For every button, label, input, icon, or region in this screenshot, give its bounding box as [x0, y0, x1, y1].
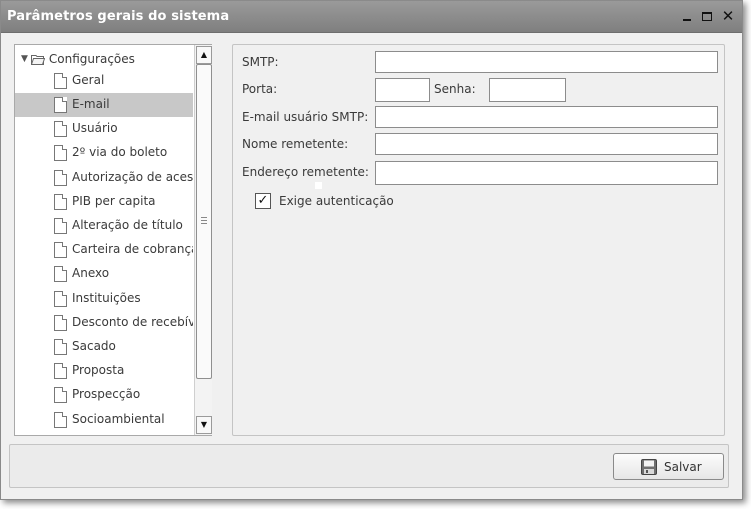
tree-item-label: Usuário [72, 121, 118, 135]
tree-item-label: Prospecção [72, 387, 141, 401]
window-title: Parâmetros gerais do sistema [7, 9, 230, 24]
exige-autenticacao-checkbox[interactable]: ✓ [255, 193, 271, 209]
document-icon [54, 291, 67, 307]
endereco-remetente-label: Endereço remetente: [242, 165, 369, 179]
nome-remetente-input[interactable] [375, 133, 718, 155]
document-icon [54, 363, 67, 379]
tree-item-sacado[interactable]: Sacado [15, 335, 193, 359]
tree-item-geral[interactable]: Geral [15, 69, 193, 93]
expand-arrow-icon[interactable]: ▼ [21, 54, 28, 64]
tree-item-label: Alteração de título [72, 218, 183, 232]
tree-item-instituicoes[interactable]: Instituições [15, 287, 193, 311]
tree-item-label: E-mail [72, 97, 110, 111]
tree-item-socioambiental[interactable]: Socioambiental [15, 408, 193, 432]
document-icon [54, 412, 67, 428]
focus-marker [315, 182, 322, 189]
close-icon[interactable]: ✕ [721, 9, 735, 24]
tree-item-label: Desconto de recebíveis [72, 315, 193, 329]
document-icon [54, 194, 67, 210]
senha-label: Senha: [434, 82, 476, 96]
porta-label: Porta: [242, 82, 278, 96]
tree-item-label: Socioambiental [72, 412, 165, 426]
tree-item-prospeccao[interactable]: Prospecção [15, 383, 193, 407]
tree-item-autorizacao-acesso[interactable]: Autorização de acesso [15, 166, 193, 190]
document-icon [54, 387, 67, 403]
tree-item-2-via-boleto[interactable]: 2º via do boleto [15, 141, 193, 165]
settings-tree: ▼ Configurações Geral E-mail Usuário 2º … [14, 44, 212, 436]
tree-item-label: 2º via do boleto [72, 145, 168, 159]
exige-autenticacao-label[interactable]: Exige autenticação [279, 194, 394, 208]
porta-input[interactable] [375, 78, 430, 102]
document-icon [54, 145, 67, 161]
document-icon [54, 218, 67, 234]
tree-item-label: Anexo [72, 266, 110, 280]
document-icon [54, 339, 67, 355]
smtp-label: SMTP: [242, 55, 279, 69]
document-icon [54, 170, 67, 186]
smtp-input[interactable] [375, 51, 718, 73]
title-bar[interactable]: Parâmetros gerais do sistema ✕ [1, 1, 742, 33]
senha-input[interactable] [489, 78, 566, 102]
tree-item-carteira-cobranca[interactable]: Carteira de cobrança [15, 238, 193, 262]
folder-open-icon [30, 54, 46, 65]
tree-item-usuario[interactable]: Usuário [15, 117, 193, 141]
tree-item-label: PIB per capita [72, 194, 156, 208]
tree-item-label: Geral [72, 73, 105, 87]
settings-window: Parâmetros gerais do sistema ✕ ▼ Configu… [0, 0, 743, 500]
document-icon [54, 266, 67, 282]
scroll-thumb[interactable] [196, 64, 212, 379]
tree-item-label: Instituições [72, 291, 141, 305]
email-usuario-input[interactable] [375, 106, 718, 128]
tree-item-anexo[interactable]: Anexo [15, 262, 193, 286]
save-button-label: Salvar [664, 459, 702, 474]
endereco-remetente-input[interactable] [375, 161, 718, 185]
document-icon [54, 315, 67, 331]
scroll-down-icon[interactable]: ▼ [196, 416, 212, 434]
email-settings-form [232, 44, 725, 436]
document-icon [54, 121, 67, 137]
document-icon [54, 242, 67, 258]
tree-item-pib-per-capita[interactable]: PIB per capita [15, 190, 193, 214]
grip-icon [201, 217, 207, 226]
tree-item-alteracao-titulo[interactable]: Alteração de título [15, 214, 193, 238]
maximize-icon[interactable] [700, 9, 714, 23]
tree-item-label: Autorização de acesso [72, 170, 193, 184]
tree-scrollbar[interactable]: ▲ ▼ [194, 45, 212, 435]
floppy-disk-icon [641, 458, 657, 475]
tree-item-email[interactable]: E-mail [15, 93, 193, 117]
tree-root-label: Configurações [48, 52, 135, 66]
scroll-up-icon[interactable]: ▲ [196, 46, 212, 64]
tree-item-label: Sacado [72, 339, 116, 353]
tree-item-label: Proposta [72, 363, 125, 377]
minimize-icon[interactable] [680, 9, 694, 23]
document-icon [54, 73, 67, 89]
tree-item-proposta[interactable]: Proposta [15, 359, 193, 383]
document-icon [54, 97, 67, 113]
tree-item-desconto-recebiveis[interactable]: Desconto de recebíveis [15, 311, 193, 335]
email-usuario-label: E-mail usuário SMTP: [242, 110, 369, 124]
tree-root-configuracoes[interactable]: ▼ Configurações [21, 51, 135, 67]
tree-item-label: Carteira de cobrança [72, 242, 193, 256]
save-button[interactable]: Salvar [613, 453, 724, 480]
nome-remetente-label: Nome remetente: [242, 137, 349, 151]
